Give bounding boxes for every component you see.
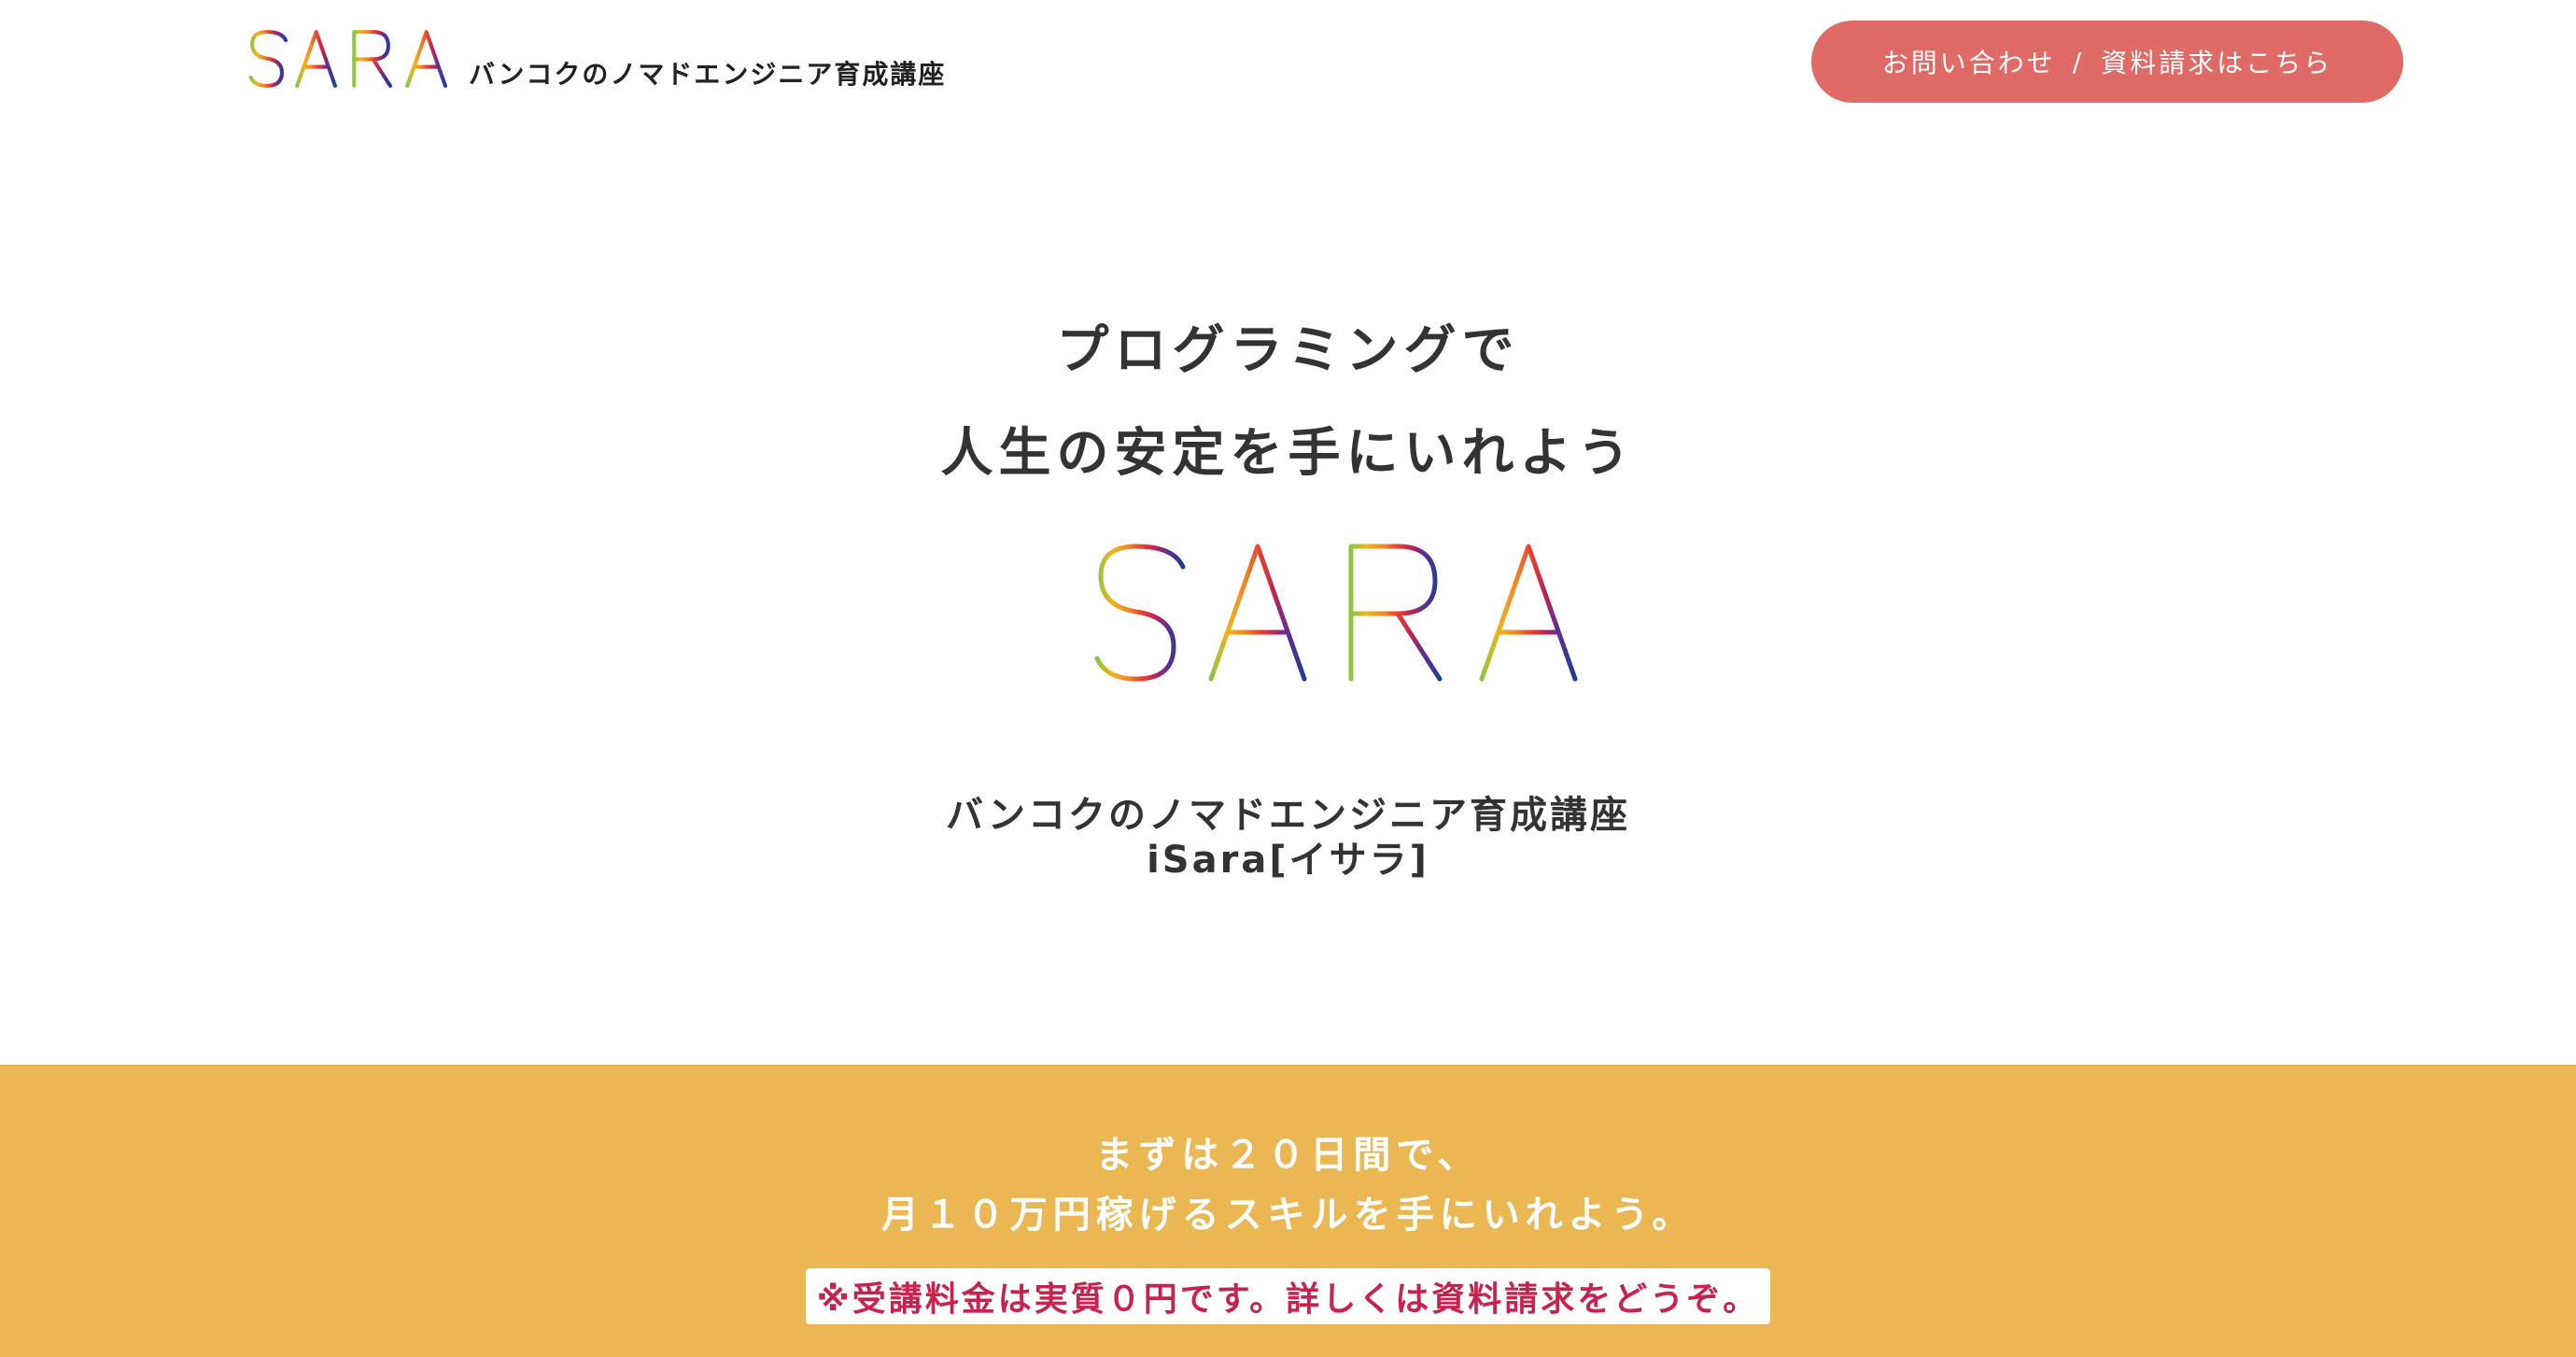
cta-separator: /	[2072, 46, 2085, 78]
banner-line2: 月１０万円稼げるスキルを手にいれよう。	[880, 1194, 1696, 1237]
contact-label: お問い合わせ	[1881, 48, 2056, 78]
header-tagline: バンコクのノマドエンジニア育成講座	[469, 59, 947, 90]
free-tuition-note: ※受講料金は実質０円です。詳しくは資料請求をどうぞ。	[805, 1268, 1771, 1324]
hero-headline-line2: 人生の安定を手にいれよう	[940, 423, 1636, 484]
hero-isara-logo	[1046, 544, 1578, 682]
hero-section: プログラミングで 人生の安定を手にいれよう バンコクのノマドエンジニア育成講座 …	[0, 131, 2576, 1065]
hero-brand-name: iSara[イサラ]	[1147, 839, 1429, 882]
banner-line1: まずは２０日間で、	[1095, 1134, 1481, 1177]
brochure-label: 資料請求はこちら	[2101, 48, 2333, 78]
hero-headline-line1: プログラミングで	[1056, 320, 1520, 381]
promo-banner: まずは２０日間で、 月１０万円稼げるスキルを手にいれよう。 ※受講料金は実質０円…	[0, 1065, 2576, 1357]
banner-note-wrapper: ※受講料金は実質０円です。詳しくは資料請求をどうぞ。	[0, 1268, 2576, 1324]
contact-request-button[interactable]: お問い合わせ / 資料請求はこちら	[1811, 21, 2403, 103]
site-header: バンコクのノマドエンジニア育成講座 お問い合わせ / 資料請求はこちら	[0, 0, 2576, 131]
isara-logo[interactable]	[229, 28, 449, 90]
